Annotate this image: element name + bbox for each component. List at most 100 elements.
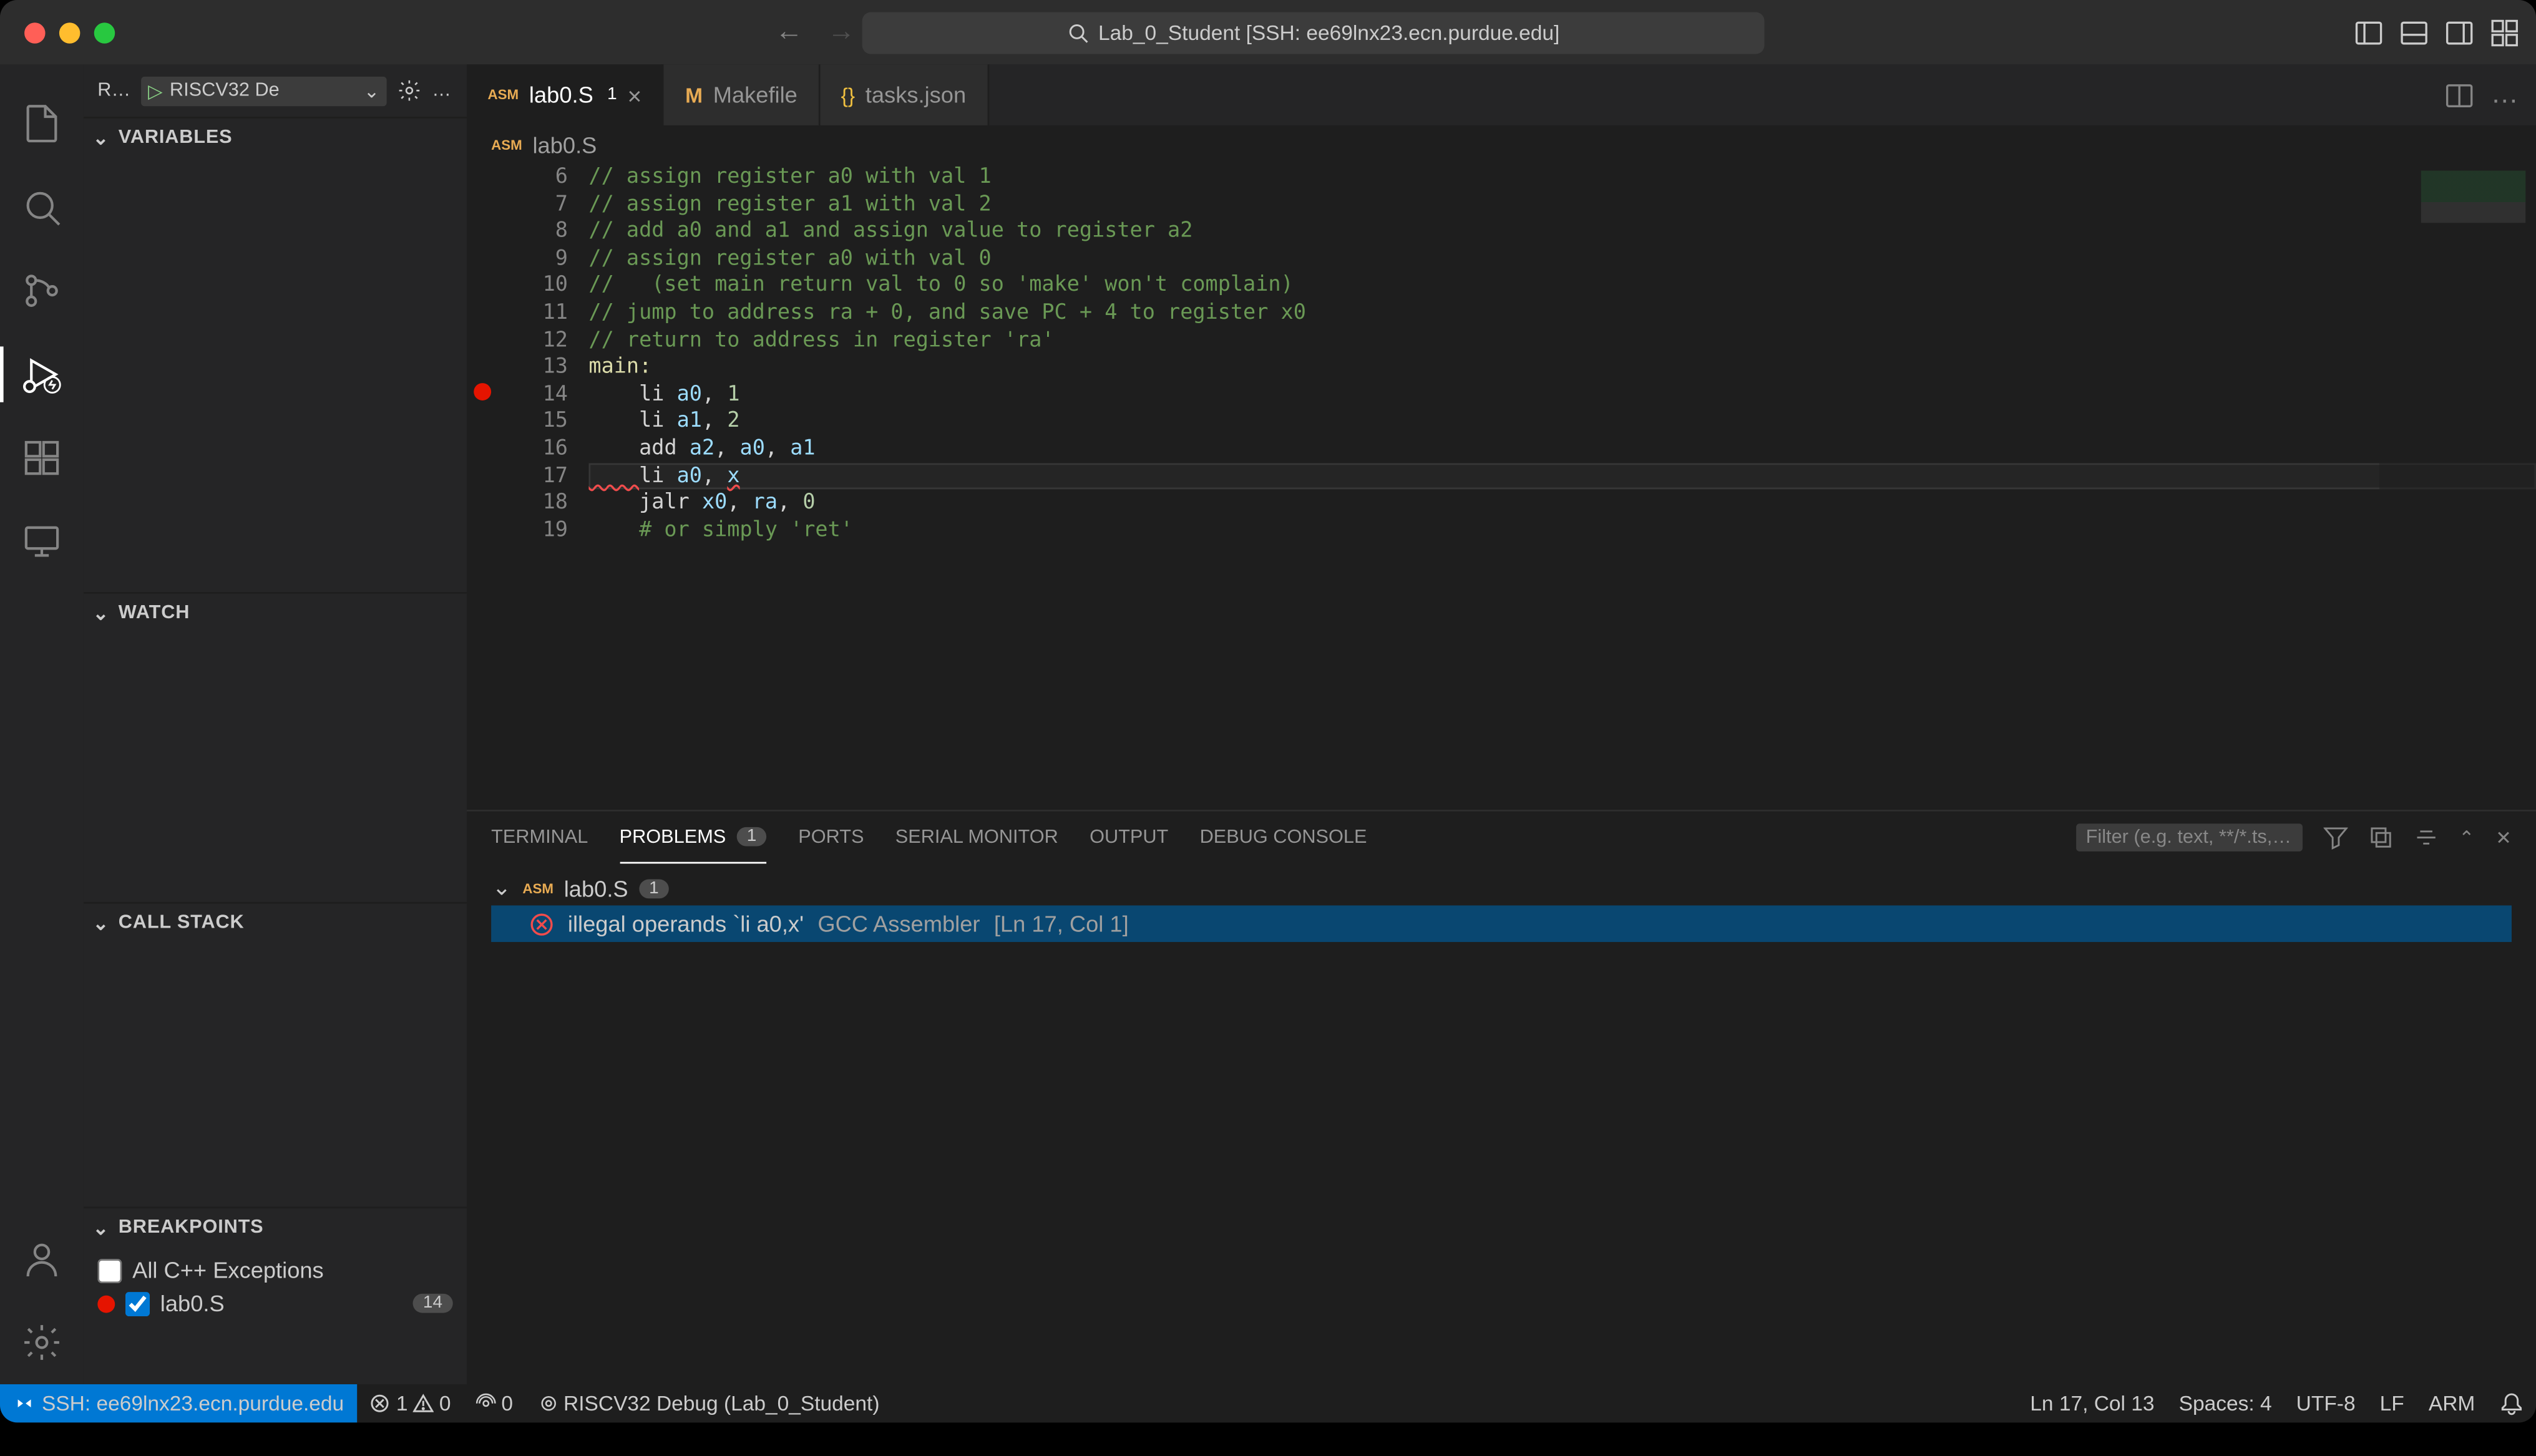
editor-content: ASMlab0.S1×MMakefile{}tasks.json … ASM l… [467, 64, 2536, 1384]
activity-scm[interactable] [0, 249, 84, 332]
status-ports[interactable]: 0 [463, 1391, 525, 1415]
status-cursor[interactable]: Ln 17, Col 13 [2018, 1391, 2167, 1415]
status-spaces[interactable]: Spaces: 4 [2167, 1391, 2284, 1415]
breakpoint-checkbox[interactable] [125, 1291, 150, 1316]
panel-tab-ports[interactable]: PORTS [798, 812, 864, 864]
panel-tab-output[interactable]: OUTPUT [1090, 812, 1168, 864]
section-variables[interactable]: ⌄VARIABLES [84, 119, 467, 157]
minimize-window-button[interactable] [59, 22, 80, 42]
code-line[interactable]: add a2, a0, a1 [588, 435, 2536, 463]
chevron-up-icon[interactable]: ⌃ [2459, 826, 2475, 848]
breakpoint-item[interactable]: All C++ Exceptions [84, 1254, 467, 1287]
problems-file-label: lab0.S [564, 875, 628, 901]
code-line[interactable]: // assign register a0 with val 0 [588, 245, 2536, 273]
line-number[interactable]: 15 [502, 408, 568, 435]
close-window-button[interactable] [24, 22, 45, 42]
collapse-all-icon[interactable] [2368, 825, 2392, 850]
panel-tab-problems[interactable]: PROBLEMS1 [620, 812, 767, 864]
problem-item[interactable]: illegal operands `li a0,x' GCC Assembler… [491, 905, 2512, 942]
line-number[interactable]: 18 [502, 490, 568, 517]
breakpoint-label: All C++ Exceptions [132, 1257, 324, 1283]
line-number[interactable]: 17 [502, 462, 568, 490]
section-watch[interactable]: ⌄WATCH [84, 594, 467, 632]
line-number[interactable]: 19 [502, 517, 568, 544]
maximize-window-button[interactable] [94, 22, 115, 42]
run-config-selector[interactable]: ▷ RISCV32 De ⌄ [141, 75, 387, 105]
section-callstack[interactable]: ⌄CALL STACK [84, 904, 467, 942]
editor-tab[interactable]: {}tasks.json [820, 64, 988, 125]
line-number[interactable]: 6 [502, 163, 568, 191]
code-line[interactable]: // jump to address ra + 0, and save PC +… [588, 299, 2536, 327]
code-line[interactable]: li a0, 1 [588, 381, 2536, 409]
breakpoint-checkbox[interactable] [97, 1258, 122, 1283]
close-icon[interactable]: ✕ [2495, 826, 2512, 848]
problems-count-badge: 1 [736, 827, 767, 847]
status-target[interactable]: RISCV32 Debug (Lab_0_Student) [525, 1391, 892, 1415]
breakpoint-marker[interactable] [474, 382, 491, 400]
code-editor[interactable]: 678910111213141516171819 // assign regis… [467, 163, 2536, 810]
code-line[interactable]: # or simply 'ret' [588, 517, 2536, 544]
status-encoding[interactable]: UTF-8 [2284, 1391, 2368, 1415]
section-breakpoints[interactable]: ⌄BREAKPOINTS [84, 1208, 467, 1246]
activity-search[interactable] [0, 165, 84, 249]
more-icon[interactable]: … [2490, 79, 2519, 110]
code-line[interactable]: // add a0 and a1 and assign value to reg… [588, 218, 2536, 245]
panel-tab-serial-monitor[interactable]: SERIAL MONITOR [895, 812, 1058, 864]
breadcrumb[interactable]: ASM lab0.S [467, 125, 2536, 163]
more-icon[interactable]: … [432, 80, 452, 100]
activity-remote-explorer[interactable] [0, 500, 84, 583]
close-icon[interactable]: × [627, 81, 641, 109]
problems-body: ⌄ ASM lab0.S 1 illegal operands `li a0,x… [467, 863, 2536, 1384]
titlebar: ← → Lab_0_Student [SSH: ee69lnx23.ecn.pu… [0, 0, 2536, 64]
command-center[interactable]: Lab_0_Student [SSH: ee69lnx23.ecn.purdue… [862, 11, 1765, 53]
panel-tabs: TERMINAL PROBLEMS1 PORTS SERIAL MONITOR OUTP… [467, 812, 2536, 864]
code-line[interactable]: // assign register a1 with val 2 [588, 191, 2536, 218]
status-language[interactable]: ARM [2416, 1391, 2487, 1415]
toggle-primary-sidebar-icon[interactable] [2355, 18, 2383, 46]
problems-file-row[interactable]: ⌄ ASM lab0.S 1 [491, 871, 2512, 906]
line-number[interactable]: 13 [502, 354, 568, 381]
gear-icon[interactable] [397, 79, 421, 103]
breakpoint-item[interactable]: lab0.S14 [84, 1287, 467, 1320]
toggle-panel-icon[interactable] [2400, 18, 2428, 46]
customize-layout-icon[interactable] [2490, 18, 2519, 46]
nav-forward-icon[interactable]: → [827, 17, 856, 48]
problems-filter-input[interactable]: Filter (e.g. text, **/*.ts,… [2075, 823, 2302, 852]
activity-settings[interactable] [0, 1301, 84, 1384]
code-line[interactable]: // (set main return val to 0 so 'make' w… [588, 272, 2536, 299]
editor-tab[interactable]: ASMlab0.S1× [467, 64, 665, 125]
nav-back-icon[interactable]: ← [775, 17, 803, 48]
code-line[interactable]: jalr x0, ra, 0 [588, 490, 2536, 517]
line-number[interactable]: 14 [502, 381, 568, 409]
activity-extensions[interactable] [0, 416, 84, 500]
filter-icon[interactable] [2323, 825, 2347, 850]
minimap[interactable] [2379, 163, 2536, 810]
toggle-secondary-sidebar-icon[interactable] [2446, 18, 2474, 46]
code-line[interactable]: // assign register a0 with val 1 [588, 163, 2536, 191]
line-number[interactable]: 7 [502, 191, 568, 218]
line-number[interactable]: 9 [502, 245, 568, 273]
activity-accounts[interactable] [0, 1217, 84, 1301]
activity-explorer[interactable] [0, 82, 84, 165]
line-number[interactable]: 16 [502, 435, 568, 463]
line-number[interactable]: 12 [502, 327, 568, 354]
code-line[interactable]: li a1, 2 [588, 408, 2536, 435]
status-notifications[interactable] [2487, 1391, 2536, 1415]
editor-tab[interactable]: MMakefile [665, 64, 821, 125]
status-remote[interactable]: SSH: ee69lnx23.ecn.purdue.edu [0, 1384, 358, 1422]
status-eol[interactable]: LF [2368, 1391, 2416, 1415]
line-number[interactable]: 8 [502, 218, 568, 245]
status-problems[interactable]: 1 0 [358, 1391, 464, 1415]
line-number[interactable]: 10 [502, 272, 568, 299]
split-editor-icon[interactable] [2446, 81, 2474, 109]
chevron-down-icon: ⌄ [90, 601, 111, 624]
code-line[interactable]: // return to address in register 'ra' [588, 327, 2536, 354]
clear-icon[interactable] [2413, 825, 2437, 850]
code-line[interactable]: main: [588, 354, 2536, 381]
panel-tab-debug-console[interactable]: DEBUG CONSOLE [1200, 812, 1367, 864]
code-line[interactable]: li a0, x [588, 462, 2536, 490]
panel-tab-terminal[interactable]: TERMINAL [491, 812, 588, 864]
debug-header: R… ▷ RISCV32 De ⌄ … [84, 64, 467, 117]
activity-run-debug[interactable] [0, 332, 84, 416]
line-number[interactable]: 11 [502, 299, 568, 327]
